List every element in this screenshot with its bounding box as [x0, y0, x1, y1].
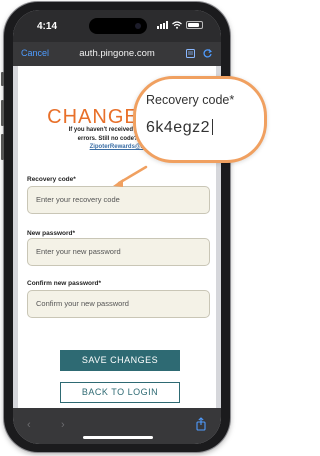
share-icon[interactable]	[195, 417, 207, 431]
browser-toolbar: Cancel auth.pingone.com	[13, 42, 221, 66]
new-password-label: New password*	[27, 230, 76, 237]
volume-up-button	[1, 100, 4, 126]
volume-down-button	[1, 134, 4, 160]
confirm-password-label: Confirm new password*	[27, 280, 102, 287]
browser-bottom-bar: ‹ ›	[13, 408, 221, 444]
back-arrow-icon[interactable]: ‹	[27, 419, 31, 431]
save-changes-button[interactable]: SAVE CHANGES	[60, 350, 180, 371]
home-indicator	[83, 436, 153, 439]
action-button	[1, 72, 4, 86]
callout-value-wrap: 6k4egz2	[146, 119, 213, 137]
text-cursor	[212, 119, 213, 135]
zoom-callout: Recovery code* 6k4egz2	[133, 76, 267, 163]
dynamic-island	[89, 18, 147, 34]
recovery-code-label: Recovery code*	[27, 176, 76, 183]
signal-icon	[157, 21, 168, 29]
recovery-code-input[interactable]: Enter your recovery code	[27, 186, 210, 214]
reload-icon[interactable]	[202, 48, 213, 59]
callout-value: 6k4egz2	[146, 119, 210, 136]
callout-arrow-icon	[113, 165, 148, 187]
status-time: 4:14	[37, 21, 58, 32]
status-bar: 4:14	[13, 10, 221, 42]
phone-frame: 4:14 Cancel auth.pingone.com CHANGE PAS …	[1, 2, 233, 452]
forward-arrow-icon[interactable]: ›	[61, 419, 65, 431]
confirm-password-input[interactable]: Confirm your new password	[27, 290, 210, 318]
wifi-icon	[172, 21, 182, 29]
status-icons	[157, 21, 203, 29]
new-password-input[interactable]: Enter your new password	[27, 238, 210, 266]
battery-icon	[186, 21, 203, 29]
reader-icon[interactable]	[185, 48, 196, 59]
callout-label: Recovery code*	[146, 93, 235, 107]
back-to-login-button[interactable]: BACK TO LOGIN	[60, 382, 180, 403]
